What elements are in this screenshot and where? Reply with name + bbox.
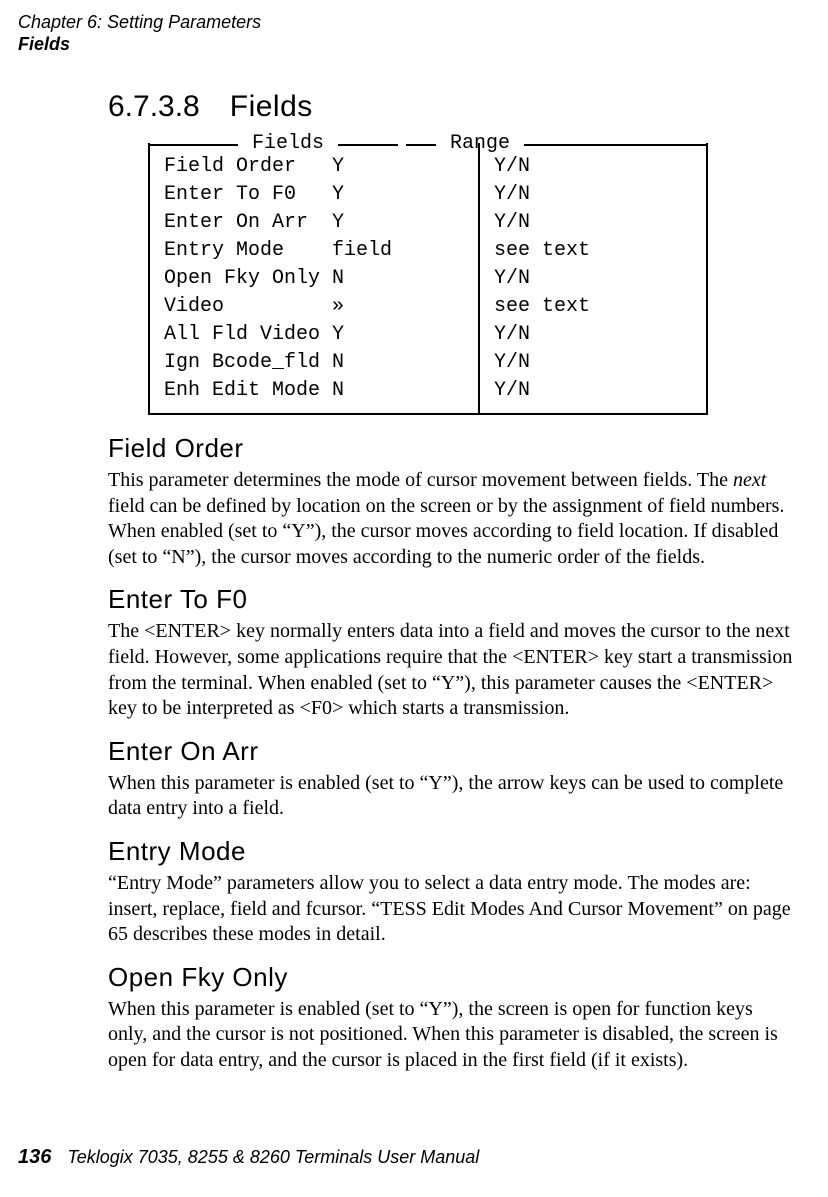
subheading-enter-on-arr: Enter On Arr [108, 736, 808, 767]
paragraph: This parameter determines the mode of cu… [108, 468, 796, 570]
subheading-open-fky-only: Open Fky Only [108, 962, 808, 993]
paragraph: When this parameter is enabled (set to “… [108, 771, 796, 822]
section-heading: 6.7.3.8 Fields [108, 90, 808, 124]
text: field can be defined by location on the … [108, 495, 784, 568]
section-title: Fields [230, 90, 313, 123]
content-area: 6.7.3.8 Fields Fields Range Field Order Y… [108, 90, 808, 1082]
diagram-col-range: Y/N Y/N Y/N see text Y/N see text Y/N Y/… [480, 143, 604, 413]
fields-diagram: Fields Range Field Order Y Enter To F0 Y… [148, 134, 708, 415]
paragraph: The <ENTER> key normally enters data int… [108, 619, 796, 721]
subheading-enter-to-f0: Enter To F0 [108, 584, 808, 615]
subheading-entry-mode: Entry Mode [108, 836, 808, 867]
paragraph: When this parameter is enabled (set to “… [108, 997, 796, 1074]
manual-title: Teklogix 7035, 8255 & 8260 Terminals Use… [67, 1147, 479, 1167]
section-number: 6.7.3.8 [108, 90, 200, 123]
emphasis: next [733, 469, 766, 491]
diagram-col-fields: Field Order Y Enter To F0 Y Enter On Arr… [150, 143, 480, 413]
paragraph: “Entry Mode” parameters allow you to sel… [108, 871, 796, 948]
text: This parameter determines the mode of cu… [108, 469, 733, 491]
header-topic: Fields [18, 34, 261, 56]
page-number: 136 [18, 1146, 51, 1168]
page: Chapter 6: Setting Parameters Fields 6.7… [0, 0, 828, 1197]
subheading-field-order: Field Order [108, 433, 808, 464]
running-footer: 136 Teklogix 7035, 8255 & 8260 Terminals … [18, 1146, 479, 1169]
header-chapter: Chapter 6: Setting Parameters [18, 12, 261, 34]
running-header: Chapter 6: Setting Parameters Fields [18, 12, 261, 55]
diagram-box: Field Order Y Enter To F0 Y Enter On Arr… [148, 143, 708, 415]
